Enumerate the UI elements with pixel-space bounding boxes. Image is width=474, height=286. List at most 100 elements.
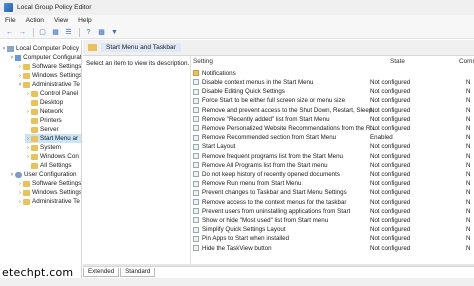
- policy-setting-row[interactable]: Disable context menus in the Start Menu N…: [191, 78, 474, 87]
- help-icon[interactable]: ?: [83, 27, 94, 38]
- policy-setting-row[interactable]: Prevent changes to Taskbar and Start Men…: [191, 189, 474, 198]
- properties-icon[interactable]: ▩: [96, 27, 107, 38]
- setting-name: Notifications: [202, 69, 236, 77]
- setting-name: Remove All Programs list from the Start …: [202, 161, 328, 169]
- policy-setting-row[interactable]: Remove All Programs list from the Start …: [191, 161, 474, 170]
- tree-item[interactable]: ˅ User Configuration: [9, 170, 81, 179]
- tree-item-label: Administrative Te: [32, 81, 80, 88]
- policy-setting-row[interactable]: Simplify Quick Settings Layout Not config…: [191, 225, 474, 234]
- folder-icon: [88, 44, 97, 51]
- tree-item[interactable]: Server: [25, 125, 81, 134]
- setting-comment: N: [466, 152, 471, 160]
- policy-setting-row[interactable]: Remove "Recently added" list from Start …: [191, 115, 474, 124]
- menu-file[interactable]: File: [0, 17, 21, 24]
- tree-item[interactable]: Desktop: [25, 98, 81, 107]
- setting-name: Simplify Quick Settings Layout: [202, 226, 286, 234]
- menu-view[interactable]: View: [49, 17, 73, 24]
- tree-item[interactable]: › Windows Settings: [17, 71, 82, 80]
- setting-name: Force Start to be either full screen siz…: [202, 97, 346, 105]
- policy-setting-row[interactable]: Pin Apps to Start when installed Not conf…: [191, 235, 474, 244]
- policy-setting-row[interactable]: Disable Editing Quick Settings Not config…: [191, 87, 474, 96]
- tree-item[interactable]: Printers: [25, 116, 81, 125]
- toolbar: ← → ▢ ▦ ☰ ? ▩ ▼: [0, 26, 474, 39]
- policy-setting-row[interactable]: Hide the TaskView button Not configured N: [191, 244, 474, 253]
- policy-setting-icon: [193, 97, 199, 104]
- policy-setting-row[interactable]: Force Start to be either full screen siz…: [191, 97, 474, 106]
- policy-setting-row[interactable]: Remove access to the context menus for t…: [191, 198, 474, 207]
- policy-setting-row[interactable]: Start Layout Not configured N: [191, 143, 474, 152]
- policy-setting-icon: [193, 125, 199, 132]
- show-hide-tree-icon[interactable]: ▦: [50, 27, 61, 38]
- setting-state: Not configured: [370, 124, 411, 132]
- policy-setting-row[interactable]: Notifications: [191, 69, 474, 78]
- policy-setting-icon: [193, 88, 199, 95]
- tree-item[interactable]: ˅ Administrative Te: [17, 80, 81, 89]
- folder-icon: [31, 153, 38, 160]
- folder-icon: [23, 72, 30, 79]
- status-bar: [0, 278, 474, 286]
- column-header-state[interactable]: State: [390, 58, 405, 67]
- setting-name: Show or hide "Most used" list from Start…: [202, 216, 329, 224]
- folder-up-icon[interactable]: ▢: [37, 27, 48, 38]
- policy-setting-icon: [193, 235, 199, 242]
- policy-setting-icon: [193, 208, 199, 215]
- setting-state: Not configured: [370, 170, 411, 178]
- filter-icon[interactable]: ▼: [109, 27, 120, 38]
- setting-comment: N: [466, 88, 471, 96]
- setting-state: Not configured: [370, 88, 411, 96]
- setting-state: Not configured: [370, 115, 411, 123]
- menu-action[interactable]: Action: [21, 17, 49, 24]
- tree-item-label: Desktop: [40, 99, 64, 106]
- tree-item[interactable]: › System: [25, 143, 81, 152]
- navigation-tree[interactable]: ˅ Local Computer Policy ˅ Computer Configur…: [0, 40, 82, 280]
- tree-item-label: Software Settings: [32, 63, 82, 70]
- tree-item[interactable]: › Software Settings: [17, 62, 82, 71]
- setting-name: Start Layout: [202, 143, 236, 151]
- setting-state: Not configured: [370, 106, 411, 114]
- policy-setting-row[interactable]: Remove Run menu from Start Menu Not confi…: [191, 179, 474, 188]
- policy-setting-row[interactable]: Remove frequent programs list from the S…: [191, 152, 474, 161]
- tree-item[interactable]: › Software Settings: [17, 179, 81, 188]
- tree-item[interactable]: › Administrative Te: [17, 197, 81, 206]
- policy-setting-row[interactable]: Prevent users from uninstalling applicat…: [191, 207, 474, 216]
- forward-icon[interactable]: →: [17, 27, 28, 38]
- tree-item[interactable]: › Control Panel: [25, 89, 81, 98]
- tree-item[interactable]: ˅ Local Computer Policy: [1, 44, 81, 53]
- tree-item[interactable]: › Start Menu ar: [25, 134, 81, 143]
- setting-name: Remove frequent programs list from the S…: [202, 152, 343, 160]
- folder-icon: [31, 108, 38, 115]
- tree-item[interactable]: All Settings: [25, 161, 81, 170]
- tree-item[interactable]: › Network: [25, 107, 81, 116]
- tree-item-label: Windows Con: [40, 153, 79, 160]
- policy-setting-row[interactable]: Remove and prevent access to the Shut Do…: [191, 106, 474, 115]
- folder-icon: [31, 144, 38, 151]
- watermark: etechpt.com: [2, 266, 74, 279]
- tree-item[interactable]: › Windows Con: [25, 152, 81, 161]
- column-header-setting[interactable]: Setting: [193, 58, 213, 67]
- tree-item-label: System: [40, 144, 61, 151]
- folder-icon: [23, 81, 30, 88]
- policy-setting-icon: [193, 143, 199, 150]
- tree-item[interactable]: ˅ Computer Configurati: [9, 53, 82, 62]
- export-icon[interactable]: ☰: [63, 27, 74, 38]
- policy-setting-icon: [193, 116, 199, 123]
- setting-comment: N: [466, 161, 471, 169]
- column-header-comment[interactable]: Comme: [459, 58, 474, 67]
- policy-setting-row[interactable]: Show or hide "Most used" list from Start…: [191, 216, 474, 225]
- tab-extended[interactable]: Extended: [83, 268, 120, 277]
- tree-item-label: Windows Settings: [32, 72, 82, 79]
- tree-item-label: Computer Configurati: [23, 54, 82, 61]
- back-icon[interactable]: ←: [4, 27, 15, 38]
- policy-setting-row[interactable]: Remove Personalized Website Recommendati…: [191, 124, 474, 133]
- tree-item-label: Administrative Te: [32, 198, 80, 205]
- setting-name: Remove Run menu from Start Menu: [202, 180, 302, 188]
- tab-standard[interactable]: Standard: [120, 268, 156, 277]
- setting-comment: N: [466, 216, 471, 224]
- tree-item[interactable]: › Windows Settings: [17, 188, 81, 197]
- setting-comment: N: [466, 78, 471, 86]
- setting-comment: N: [466, 106, 471, 114]
- setting-state: Not configured: [370, 244, 411, 252]
- menu-help[interactable]: Help: [73, 17, 97, 24]
- policy-setting-row[interactable]: Do not keep history of recently opened d…: [191, 170, 474, 179]
- policy-setting-row[interactable]: Remove Recommended section from Start Me…: [191, 133, 474, 142]
